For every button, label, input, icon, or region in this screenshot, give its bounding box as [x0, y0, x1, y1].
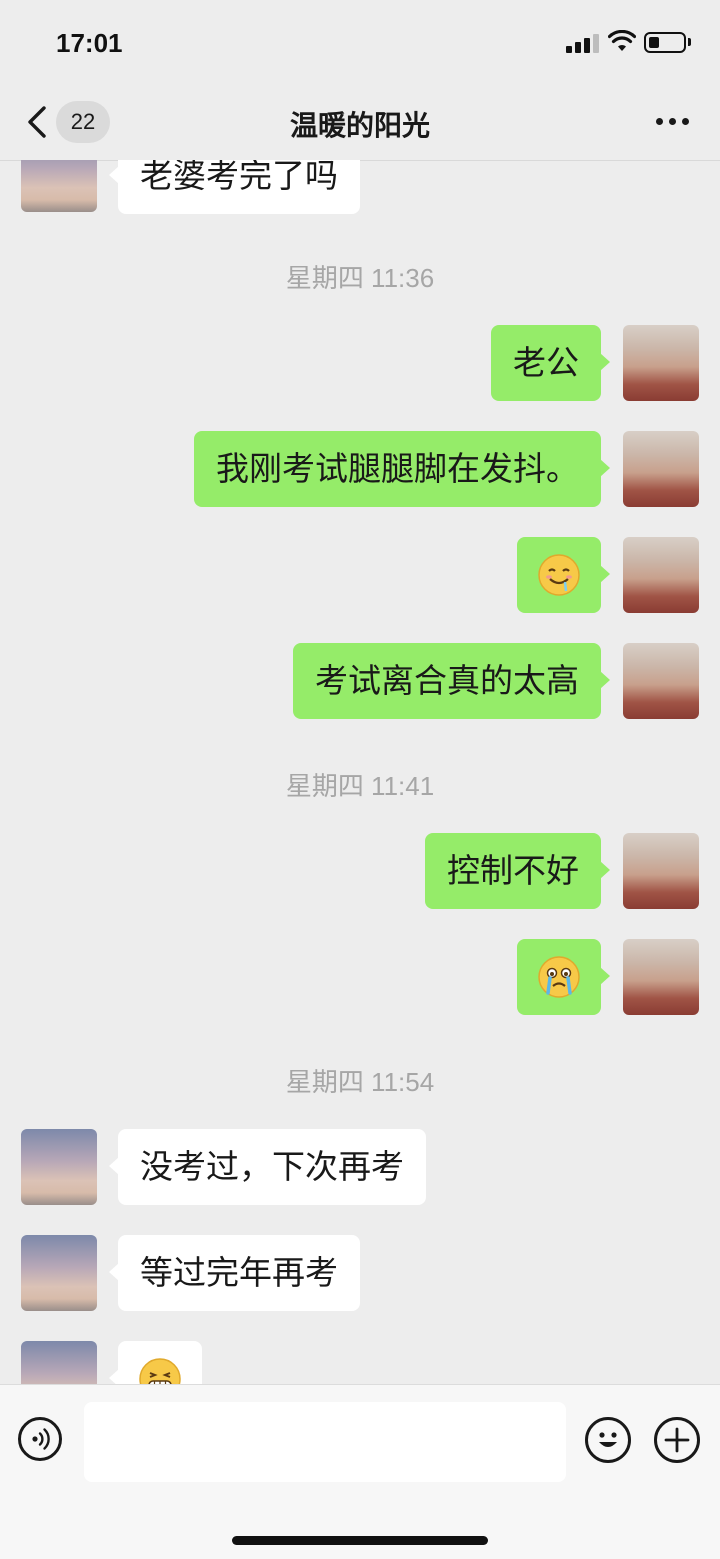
status-time: 17:01 [56, 28, 123, 58]
contact-avatar[interactable] [21, 160, 97, 212]
my-avatar[interactable] [623, 537, 699, 613]
battery-icon [644, 32, 686, 53]
contact-avatar[interactable] [21, 1235, 97, 1311]
contact-avatar[interactable] [21, 1129, 97, 1205]
voice-input-button[interactable] [18, 1417, 62, 1461]
received-message-bubble[interactable]: 老婆考完了吗 [109, 160, 360, 214]
voice-icon [32, 1428, 50, 1450]
crying-face-emoji-icon [538, 956, 580, 998]
received-emoji-bubble[interactable] [109, 1341, 202, 1384]
timestamp-label: 星期四 11:36 [285, 263, 435, 293]
sent-message-bubble[interactable]: 控制不好 [425, 833, 610, 909]
sent-message-bubble[interactable]: 我刚考试腿腿脚在发抖。 [194, 431, 610, 507]
emoji-button[interactable] [585, 1417, 631, 1463]
received-message-bubble[interactable]: 等过完年再考 [109, 1235, 360, 1311]
my-avatar[interactable] [623, 939, 699, 1015]
message-input[interactable] [84, 1402, 566, 1482]
drooling-face-emoji-icon [538, 554, 580, 596]
timestamp-label: 星期四 11:54 [285, 1067, 435, 1097]
cellular-signal-icon [566, 33, 602, 53]
sent-message-bubble[interactable]: 老公 [491, 325, 610, 401]
my-avatar[interactable] [623, 643, 699, 719]
timestamp-label: 星期四 11:41 [285, 771, 435, 801]
received-message-bubble[interactable]: 没考过，下次再考 [109, 1129, 426, 1205]
home-indicator[interactable] [232, 1536, 488, 1545]
sent-emoji-bubble[interactable] [517, 537, 610, 613]
message-list[interactable]: 老婆考完了吗 星期四 11:36 老公 我刚考试腿腿脚在发抖。 考试离合真的太高… [0, 160, 720, 1384]
sent-emoji-bubble[interactable] [517, 939, 610, 1015]
grimace-face-emoji-icon [139, 1358, 181, 1384]
my-avatar[interactable] [623, 431, 699, 507]
more-options-icon[interactable] [654, 116, 690, 128]
contact-avatar[interactable] [21, 1341, 97, 1384]
emoji-icon [599, 1432, 617, 1447]
my-avatar[interactable] [623, 325, 699, 401]
sent-message-bubble[interactable]: 考试离合真的太高 [293, 643, 610, 719]
wifi-icon [608, 30, 636, 51]
battery-cap [688, 38, 691, 46]
my-avatar[interactable] [623, 833, 699, 909]
more-functions-button[interactable] [654, 1417, 700, 1463]
chat-title: 温暖的阳光 [289, 109, 430, 142]
plus-icon [664, 1427, 690, 1453]
